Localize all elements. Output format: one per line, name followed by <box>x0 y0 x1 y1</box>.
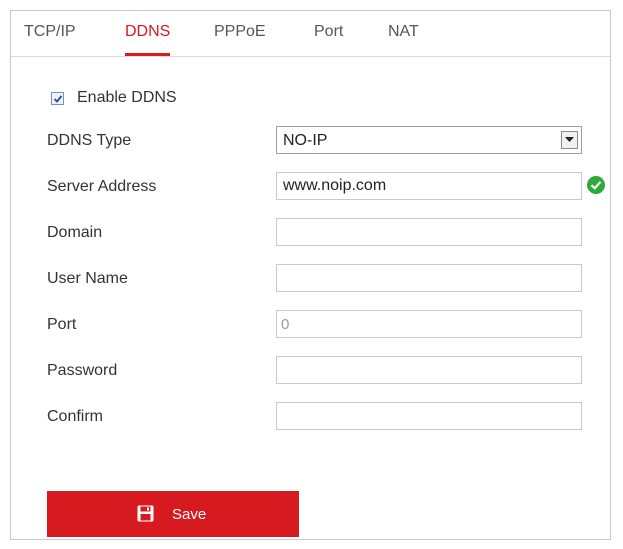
tab-tcpip[interactable]: TCP/IP <box>24 23 76 56</box>
user-name-label: User Name <box>47 270 128 287</box>
tab-port[interactable]: Port <box>314 23 343 56</box>
domain-input[interactable] <box>276 218 582 246</box>
ddns-type-label: DDNS Type <box>47 132 132 149</box>
tab-pppoe[interactable]: PPPoE <box>214 23 266 56</box>
password-label: Password <box>47 362 118 379</box>
ddns-type-value: NO-IP <box>283 132 328 149</box>
save-button-label: Save <box>172 506 207 523</box>
enable-ddns-checkbox[interactable] <box>51 92 64 105</box>
tab-bar: TCP/IP DDNS PPPoE Port NAT <box>11 11 610 57</box>
save-button[interactable]: Save <box>47 491 299 537</box>
password-input[interactable] <box>276 356 582 384</box>
port-label: Port <box>47 316 77 333</box>
user-name-input[interactable] <box>276 264 582 292</box>
domain-label: Domain <box>47 224 103 241</box>
server-address-label: Server Address <box>47 178 157 195</box>
check-circle-icon <box>587 176 605 194</box>
tab-ddns[interactable]: DDNS <box>125 23 171 56</box>
port-input[interactable] <box>276 310 582 338</box>
enable-ddns-label: Enable DDNS <box>77 89 177 106</box>
checkmark-icon <box>53 95 63 103</box>
server-address-input[interactable] <box>276 172 582 200</box>
chevron-down-icon <box>565 137 574 142</box>
confirm-label: Confirm <box>47 408 104 425</box>
confirm-password-input[interactable] <box>276 402 582 430</box>
ddns-type-select[interactable]: NO-IP <box>276 126 582 154</box>
floppy-disk-icon <box>137 505 154 522</box>
tab-nat[interactable]: NAT <box>388 23 419 56</box>
dropdown-arrow-button[interactable] <box>561 131 578 149</box>
ddns-settings-panel: TCP/IP DDNS PPPoE Port NAT Enable DDNS D… <box>10 10 611 540</box>
